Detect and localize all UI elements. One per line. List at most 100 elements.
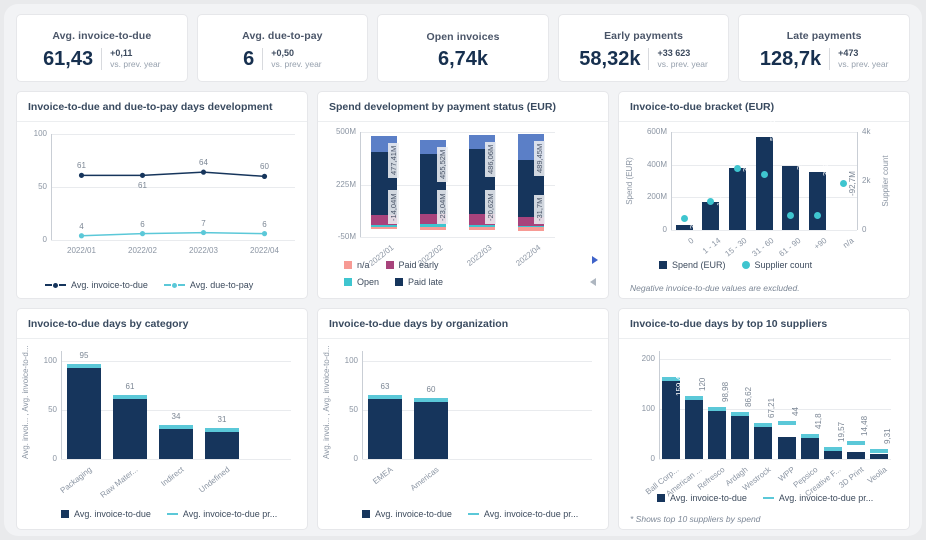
projection-marker[interactable] xyxy=(800,434,819,439)
kpi-delta: +0,50 vs. prev. year xyxy=(262,48,322,70)
legend-next-arrow-icon[interactable] xyxy=(592,256,598,264)
kpi-body: 128,7k +473 vs. prev. year xyxy=(759,48,888,70)
kpi-card-early-payments[interactable]: Early payments 58,32k +33 623 vs. prev. … xyxy=(557,14,730,82)
x-axis-tick: Undefined xyxy=(197,465,232,495)
bar-value-label: 86,62 xyxy=(744,387,754,408)
legend-prev-arrow-icon[interactable] xyxy=(590,278,596,286)
chart-spend[interactable]: -50M 225M 500M 477,41M -14,04M 455,52M -23,04M… xyxy=(318,122,608,298)
projection-marker[interactable] xyxy=(684,395,703,400)
kpi-value: 128,7k xyxy=(759,48,822,70)
projection-marker[interactable] xyxy=(368,395,402,400)
projection-marker[interactable] xyxy=(870,449,889,454)
chart-development[interactable]: 0 50 100 61 61 64 60 4 6 7 6 2022/01 2022/02 2022/03 2… xyxy=(17,122,307,298)
bar-spend[interactable] xyxy=(782,165,800,230)
bar-avg-invoice-to-due[interactable] xyxy=(870,454,889,459)
gridline xyxy=(360,237,555,238)
kpi-card-late-payments[interactable]: Late payments 128,7k +473 vs. prev. year xyxy=(738,14,910,82)
legend-item[interactable]: Avg. invoice-to-due pr... xyxy=(166,509,277,519)
bar-avg-invoice-to-due[interactable] xyxy=(113,399,147,459)
chart-suppliers[interactable]: 0 100 200 159,4 120 98,98 86,62 67,21 44 41,8 19,5… xyxy=(619,339,909,529)
bar-avg-invoice-to-due[interactable] xyxy=(368,397,402,459)
bar-spend[interactable] xyxy=(755,137,773,230)
bar-avg-invoice-to-due[interactable] xyxy=(67,365,101,459)
chart-bracket[interactable]: 0 200M 400M 600M 0 2k 4k Spend (EUR) Supplier co… xyxy=(619,112,909,298)
bar-avg-invoice-to-due[interactable] xyxy=(414,400,448,459)
bar-segment-na[interactable] xyxy=(517,227,544,231)
legend-item[interactable]: Avg. due-to-pay xyxy=(163,280,253,290)
legend-item[interactable]: Paid late xyxy=(395,277,443,287)
bar-segment-0[interactable] xyxy=(371,225,398,228)
bar-segment-0[interactable] xyxy=(468,224,495,228)
legend-item[interactable]: Open xyxy=(344,277,379,287)
bar-avg-invoice-to-due[interactable] xyxy=(731,415,750,459)
legend-item[interactable]: Avg. invoice-to-due pr... xyxy=(467,509,578,519)
legend-square-icon xyxy=(344,278,352,286)
projection-marker[interactable] xyxy=(731,412,750,417)
supplier-count-dot[interactable] xyxy=(707,197,715,205)
projection-marker[interactable] xyxy=(414,398,448,403)
chart-category[interactable]: 0 50 100 Avg. invoi... , Avg. invoice-to-d.… xyxy=(17,339,307,529)
legend-item[interactable]: Spend (EUR) xyxy=(659,260,726,270)
legend-label: Supplier count xyxy=(754,260,813,270)
legend-item[interactable]: n/a xyxy=(344,260,370,270)
gridline xyxy=(61,360,291,362)
bar-avg-invoice-to-due[interactable] xyxy=(800,438,819,459)
kpi-body: 58,32k +33 623 vs. prev. year xyxy=(579,48,708,70)
bar-segment-na[interactable] xyxy=(420,227,447,230)
projection-marker[interactable] xyxy=(67,363,101,368)
supplier-count-dot[interactable] xyxy=(760,171,768,179)
kpi-delta-value: +473 xyxy=(838,48,859,59)
legend-label: Open xyxy=(357,277,380,287)
chart-organization[interactable]: 0 50 100 Avg. invoi... , Avg. invoice-to-d.… xyxy=(318,339,608,529)
dashboard-page: Avg. invoice-to-due 61,43 +0,11 vs. prev… xyxy=(4,4,922,536)
bar-value-label: 98,98 xyxy=(721,381,730,402)
kpi-delta-label: vs. prev. year xyxy=(110,59,161,70)
bar-segment-na[interactable] xyxy=(371,227,398,230)
data-label: 7 xyxy=(201,218,206,228)
bar-value-label: 352,34M xyxy=(821,147,831,177)
card-spend: Spend development by payment status (EUR… xyxy=(317,91,609,299)
bar-value-label: 67,21 xyxy=(767,398,777,419)
projection-marker[interactable] xyxy=(113,395,147,400)
chart-legend: n/a Paid early xyxy=(344,260,455,270)
bar-avg-invoice-to-due[interactable] xyxy=(159,425,193,459)
legend-item[interactable]: Avg. invoice-to-due xyxy=(362,509,452,519)
bar-spend[interactable] xyxy=(728,168,746,230)
kpi-card-due-to-pay[interactable]: Avg. due-to-pay 6 +0,50 vs. prev. year xyxy=(196,14,369,82)
bar-avg-invoice-to-due[interactable] xyxy=(684,398,703,459)
projection-marker[interactable] xyxy=(754,423,773,428)
legend-item[interactable]: Avg. invoice-to-due xyxy=(45,280,148,290)
bar-avg-invoice-to-due[interactable] xyxy=(777,436,796,459)
bar-segment-0[interactable] xyxy=(517,226,544,228)
legend-item[interactable]: Paid early xyxy=(385,260,439,270)
y-axis-tick: 0 xyxy=(650,454,655,463)
kpi-card-invoice-to-due[interactable]: Avg. invoice-to-due 61,43 +0,11 vs. prev… xyxy=(16,14,188,82)
projection-marker[interactable] xyxy=(847,441,866,446)
supplier-count-dot[interactable] xyxy=(680,214,688,222)
legend-item[interactable]: Avg. invoice-to-due xyxy=(657,493,747,503)
y-axis-tick: 50 xyxy=(48,404,57,414)
bar-avg-invoice-to-due[interactable] xyxy=(847,451,866,459)
legend-item[interactable]: Avg. invoice-to-due pr... xyxy=(762,493,873,503)
supplier-count-dot[interactable] xyxy=(840,180,848,188)
projection-marker[interactable] xyxy=(708,406,726,411)
projection-marker[interactable] xyxy=(159,424,193,429)
legend-item[interactable]: Avg. invoice-to-due xyxy=(61,509,151,519)
projection-marker[interactable] xyxy=(824,446,842,451)
projection-marker[interactable] xyxy=(777,421,796,426)
legend-item[interactable]: Supplier count xyxy=(741,260,813,270)
bar-avg-invoice-to-due[interactable] xyxy=(205,428,239,459)
kpi-delta-value: +0,11 xyxy=(110,48,133,59)
kpi-card-open-invoices[interactable]: Open invoices 6,74k xyxy=(377,14,549,82)
chart-row-2: Invoice-to-due days by category 0 50 100 Av… xyxy=(16,308,910,530)
supplier-count-dot[interactable] xyxy=(813,212,821,220)
bar-avg-invoice-to-due[interactable] xyxy=(708,409,726,459)
projection-marker[interactable] xyxy=(205,427,239,432)
bar-segment-0[interactable] xyxy=(420,224,447,228)
kpi-value: 6,74k xyxy=(437,48,489,70)
bar-avg-invoice-to-due[interactable] xyxy=(754,425,773,459)
legend-square-icon xyxy=(659,261,667,269)
bar-segment-na[interactable] xyxy=(468,227,495,230)
bar-spend[interactable] xyxy=(808,172,826,230)
y-axis-tick: 200M xyxy=(646,192,667,202)
